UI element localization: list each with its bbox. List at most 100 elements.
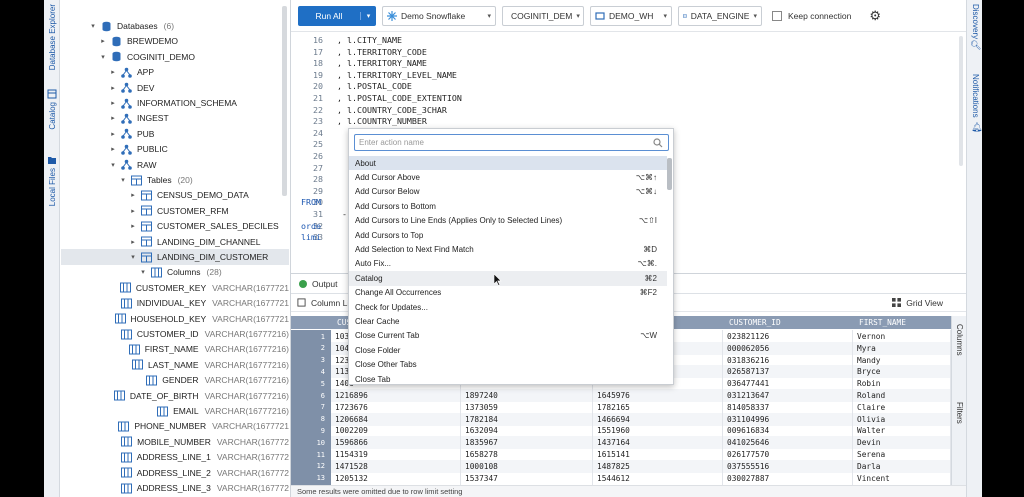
action-item[interactable]: Add Selection to Next Find Match ⌘D	[349, 242, 667, 256]
rail-database-explorer[interactable]: Database Explorer	[44, 4, 60, 70]
action-item[interactable]: Add Cursor Above ⌥⌘↑	[349, 170, 667, 184]
notifications-tab[interactable]: Notifications	[971, 74, 980, 118]
tree-item[interactable]: ADDRESS_LINE_3 VARCHAR(167772	[61, 480, 289, 496]
tree-item[interactable]: INDIVIDUAL_KEY VARCHAR(1677721	[61, 295, 289, 311]
chevron-down-icon[interactable]: ▾	[89, 22, 97, 30]
tree-item[interactable]: ▸ CUSTOMER_RFM	[61, 203, 289, 219]
tree-item[interactable]: LAST_NAME VARCHAR(16777216)	[61, 357, 289, 373]
table-cell[interactable]: 030027887	[723, 471, 853, 485]
chevron-down-icon[interactable]: ▾	[129, 253, 137, 261]
gear-icon[interactable]: ⚙	[869, 8, 881, 24]
code-line[interactable]: -	[337, 209, 347, 219]
chevron-right-icon[interactable]: ▸	[109, 130, 117, 138]
tree-item[interactable]: ▸ PUB	[61, 126, 289, 142]
tree-item[interactable]: ▾ RAW	[61, 157, 289, 173]
run-dropdown-icon[interactable]: ▾	[360, 11, 376, 20]
tree-item[interactable]: ▸ PUBLIC	[61, 141, 289, 157]
tree-item[interactable]: ▾ LANDING_DIM_CUSTOMER	[61, 249, 289, 265]
chevron-down-icon[interactable]: ▾	[119, 176, 127, 184]
tree-item[interactable]: ▸ INFORMATION_SCHEMA	[61, 95, 289, 111]
action-item[interactable]: Add Cursors to Top	[349, 228, 667, 242]
action-item[interactable]: Add Cursor Below ⌥⌘↓	[349, 185, 667, 199]
tree-item[interactable]: ▸ CUSTOMER_SALES_DECILES	[61, 218, 289, 234]
role-select[interactable]: DATA_ENGINE ▾	[678, 5, 762, 26]
table-cell[interactable]: 1537347	[461, 471, 593, 485]
chevron-right-icon[interactable]: ▸	[99, 37, 107, 45]
chevron-right-icon[interactable]: ▸	[109, 84, 117, 92]
grid-column-header[interactable]: FIRST_NAME	[853, 316, 951, 329]
action-item[interactable]: Close Other Tabs	[349, 357, 667, 371]
chevron-right-icon[interactable]: ▸	[109, 145, 117, 153]
tree-item[interactable]: GENDER VARCHAR(16777216)	[61, 372, 289, 388]
code-line[interactable]: , l.TERRITORY_LEVEL_NAME	[337, 70, 457, 80]
action-item[interactable]: Auto Fix... ⌥⌘.	[349, 257, 667, 271]
run-all-button[interactable]: Run All ▾	[298, 5, 376, 26]
table-row[interactable]: 13 1205132 1537347 1544612 030027887 Vincent	[291, 471, 951, 485]
code-line[interactable]: orde	[301, 221, 321, 231]
tree-item[interactable]: ▸ INGEST	[61, 110, 289, 126]
chevron-right-icon[interactable]: ▸	[129, 207, 137, 215]
action-item[interactable]: Clear Cache	[349, 314, 667, 328]
code-line[interactable]: , l.COUNTRY_CODE_3CHAR	[337, 105, 447, 115]
chevron-right-icon[interactable]: ▸	[109, 68, 117, 76]
action-item[interactable]: Close Tab	[349, 372, 667, 385]
bell-icon[interactable]: 🔔︎	[971, 122, 982, 133]
tree-item[interactable]: ▸ LANDING_DIM_CHANNEL	[61, 234, 289, 250]
discovery-tab[interactable]: Discovery	[971, 4, 980, 39]
table-cell[interactable]: Vincent	[853, 471, 951, 485]
checkbox-box[interactable]	[772, 10, 782, 21]
chevron-down-icon[interactable]: ▾	[139, 268, 147, 276]
tree-item[interactable]: ▸ CENSUS_DEMO_DATA	[61, 187, 289, 203]
table-cell[interactable]: 1205132	[331, 471, 461, 485]
grid-view-button[interactable]: Grid View	[892, 298, 943, 308]
tree-item[interactable]: EMAIL VARCHAR(16777216)	[61, 403, 289, 419]
grid-column-header[interactable]: CUSTOMER_ID	[723, 316, 853, 329]
action-item[interactable]: Check for Updates...	[349, 300, 667, 314]
tree-item[interactable]: CUSTOMER_ID VARCHAR(16777216)	[61, 326, 289, 342]
connection-select[interactable]: Demo Snowflake ▾	[382, 5, 496, 26]
chevron-right-icon[interactable]: ▸	[129, 191, 137, 199]
chevron-right-icon[interactable]: ▸	[109, 114, 117, 122]
code-line[interactable]: , l.CITY_NAME	[337, 35, 402, 45]
tree-item[interactable]: DATE_OF_BIRTH VARCHAR(16777216)	[61, 388, 289, 404]
action-item[interactable]: Close Current Tab ⌥W	[349, 329, 667, 343]
chevron-down-icon[interactable]: ▾	[99, 53, 107, 61]
code-line[interactable]: , l.POSTAL_CODE	[337, 81, 412, 91]
table-cell[interactable]: 1544612	[593, 471, 723, 485]
tree-item[interactable]: HOUSEHOLD_KEY VARCHAR(1677721	[61, 311, 289, 327]
rail-catalog[interactable]: Catalog	[44, 86, 60, 130]
tree-item[interactable]: ▾ Tables (20)	[61, 172, 289, 188]
tree-item[interactable]: PHONE_NUMBER VARCHAR(1677721	[61, 418, 289, 434]
tree-item[interactable]: MOBILE_NUMBER VARCHAR(167772	[61, 434, 289, 450]
code-line[interactable]: FROM	[301, 197, 321, 207]
code-line[interactable]: , l.TERRITORY_NAME	[337, 58, 427, 68]
action-item[interactable]: Change All Occurrences ⌘F2	[349, 286, 667, 300]
filters-side-tab[interactable]: Filters	[955, 402, 964, 424]
tree-item[interactable]: ▾ Columns (28)	[61, 264, 289, 280]
code-line[interactable]: , l.TERRITORY_CODE	[337, 47, 427, 57]
tree-item[interactable]: ▸ DEV	[61, 80, 289, 96]
rail-local-files[interactable]: Local Files	[44, 152, 60, 206]
action-item[interactable]: Catalog ⌘2	[349, 271, 667, 286]
code-line[interactable]: limi	[301, 232, 321, 242]
action-item[interactable]: Close Folder	[349, 343, 667, 357]
action-item[interactable]: Add Cursors to Bottom	[349, 199, 667, 213]
code-line[interactable]: , l.COUNTRY_NUMBER	[337, 116, 427, 126]
tree-item[interactable]: ▸ APP	[61, 64, 289, 80]
discovery-search-icon[interactable]: 🔍︎	[970, 40, 981, 51]
action-item[interactable]: About	[349, 156, 667, 171]
chevron-down-icon[interactable]: ▾	[109, 161, 117, 169]
chevron-right-icon[interactable]: ▸	[109, 99, 117, 107]
action-search-input[interactable]: Enter action name	[354, 134, 669, 151]
keep-connection-checkbox[interactable]: Keep connection	[772, 10, 851, 21]
tree-scrollbar[interactable]	[282, 6, 287, 196]
warehouse-select[interactable]: DEMO_WH ▾	[590, 5, 672, 26]
chevron-right-icon[interactable]: ▸	[129, 222, 137, 230]
tree-item[interactable]: ▾ COGINITI_DEMO	[61, 49, 289, 65]
tab-output[interactable]: Output	[291, 274, 346, 294]
tree-item[interactable]: ▾ Databases (6)	[61, 18, 289, 34]
action-list-scrollbar[interactable]	[667, 158, 672, 190]
database-select[interactable]: COGINITI_DEM ▾	[502, 5, 584, 26]
tree-item[interactable]: ADDRESS_LINE_1 VARCHAR(167772	[61, 449, 289, 465]
columns-side-tab[interactable]: Columns	[955, 324, 964, 356]
